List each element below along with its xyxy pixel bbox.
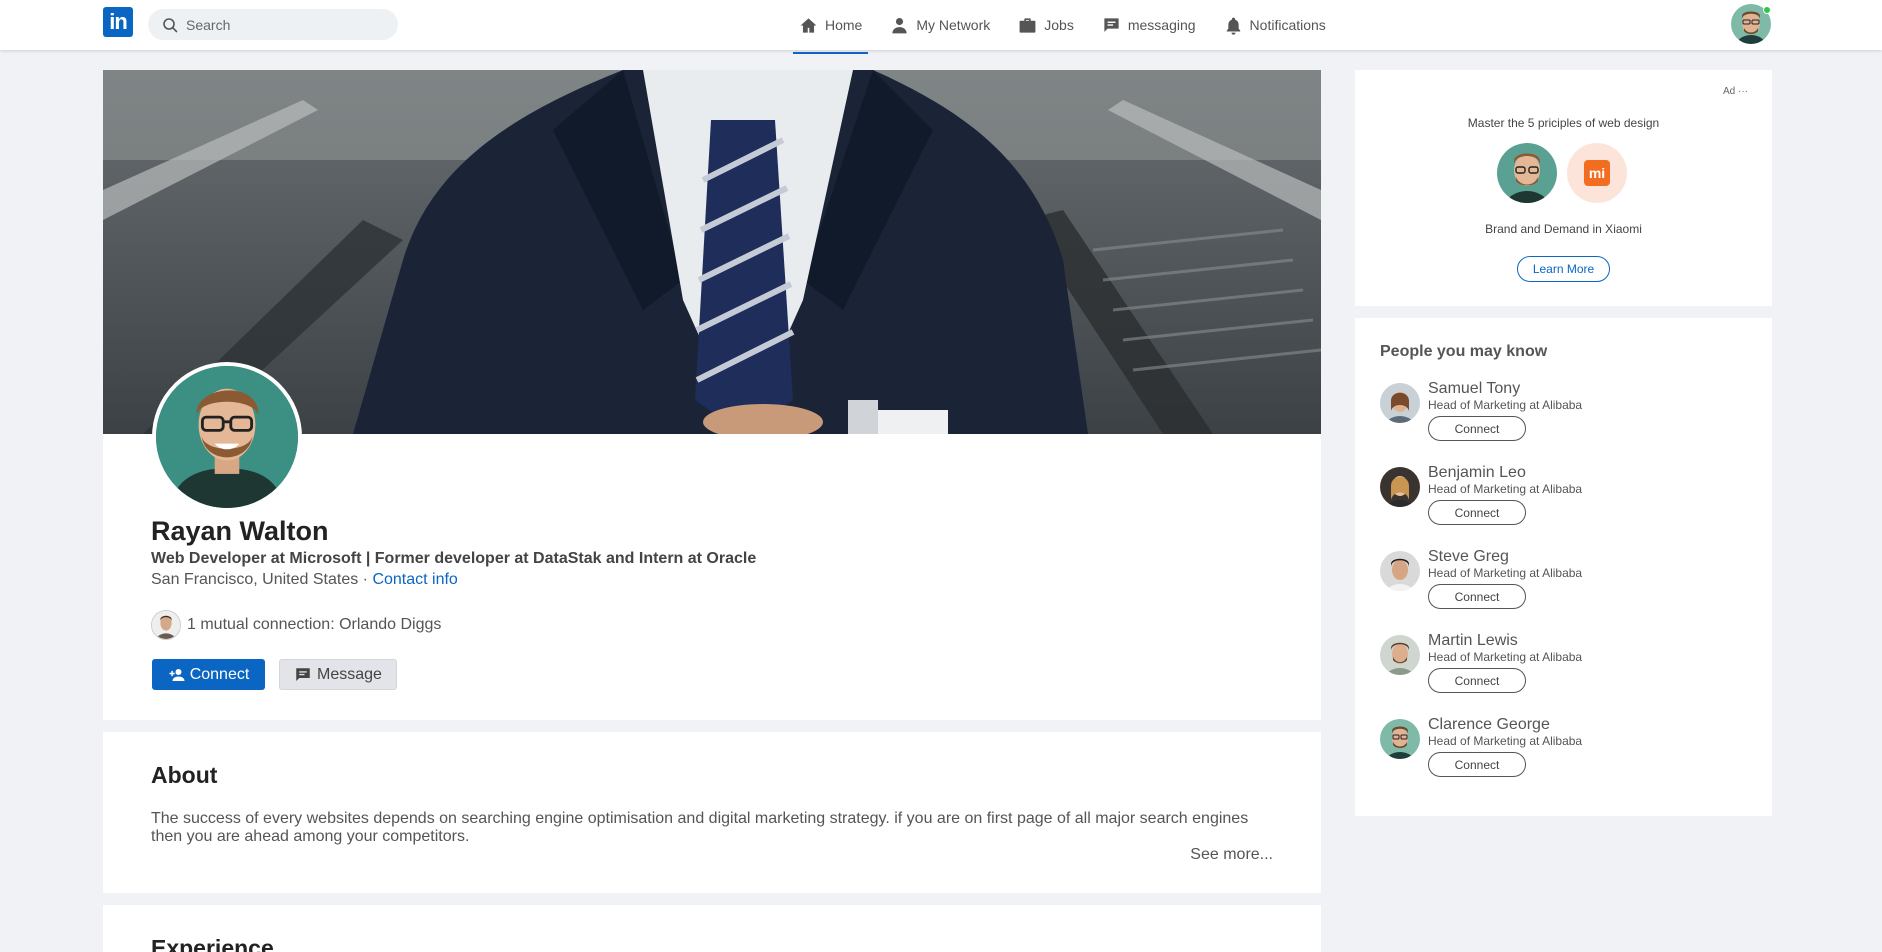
mutual-connection[interactable]: 1 mutual connection: Orlando Diggs: [151, 610, 441, 640]
about-text: The success of every websites depends on…: [151, 810, 1249, 845]
ad-label[interactable]: Ad ···: [1723, 86, 1748, 97]
person-name[interactable]: Samuel Tony: [1428, 380, 1520, 398]
people-title: People you may know: [1380, 343, 1548, 360]
see-more-link[interactable]: See more...: [1190, 846, 1273, 864]
mutual-connection-avatar: [151, 610, 181, 640]
search-input[interactable]: [186, 16, 386, 33]
add-person-icon: [169, 668, 185, 681]
person-role: Head of Marketing at Alibaba: [1428, 398, 1583, 412]
person-item: Samuel Tony Head of Marketing at Alibaba…: [1380, 380, 1750, 460]
ad-avatars: mi: [1497, 143, 1637, 203]
person-role: Head of Marketing at Alibaba: [1428, 734, 1583, 748]
person-avatar[interactable]: [1380, 635, 1420, 675]
mutual-connection-text: 1 mutual connection: Orlando Diggs: [187, 616, 442, 633]
nav-item-my-network[interactable]: My Network: [884, 0, 996, 50]
person-connect-button[interactable]: Connect: [1428, 584, 1526, 609]
person-connect-button[interactable]: Connect: [1428, 668, 1526, 693]
ad-caption: Brand and Demand in Xiaomi: [1485, 222, 1642, 236]
message-button[interactable]: Message: [279, 659, 397, 690]
nav-links: Home My Network Jobs messaging Notificat…: [793, 0, 1348, 54]
profile-photo[interactable]: [152, 362, 302, 512]
experience-card: Experience: [103, 905, 1321, 952]
person-name[interactable]: Steve Greg: [1428, 548, 1509, 566]
person-item: Benjamin Leo Head of Marketing at Alibab…: [1380, 464, 1750, 544]
linkedin-logo[interactable]: in: [103, 7, 133, 37]
xiaomi-logo: mi: [1567, 143, 1627, 203]
person-connect-button[interactable]: Connect: [1428, 500, 1526, 525]
ad-user-avatar: [1497, 143, 1557, 203]
nav-item-label: Home: [825, 17, 863, 33]
person-connect-button[interactable]: Connect: [1428, 752, 1526, 777]
nav-item-label: messaging: [1127, 17, 1196, 33]
person-avatar[interactable]: [1380, 719, 1420, 759]
online-status-dot: [1763, 6, 1771, 14]
connect-button-label: Connect: [189, 665, 250, 683]
cover-photo: [103, 70, 1321, 434]
profile-location-line: San Francisco, United States · Contact i…: [151, 571, 458, 589]
about-card: About The success of every websites depe…: [103, 732, 1321, 893]
profile-card: Rayan Walton Web Developer at Microsoft …: [103, 70, 1321, 720]
person-role: Head of Marketing at Alibaba: [1428, 650, 1583, 664]
profile-headline: Web Developer at Microsoft | Former deve…: [151, 550, 757, 567]
people-you-may-know-card: People you may know Samuel Tony Head of …: [1355, 318, 1772, 816]
person-name[interactable]: Martin Lewis: [1428, 632, 1518, 650]
person-name[interactable]: Clarence George: [1428, 716, 1550, 734]
contact-info-link[interactable]: Contact info: [372, 571, 457, 588]
person-avatar[interactable]: [1380, 467, 1420, 507]
person-avatar[interactable]: [1380, 383, 1420, 423]
person-role: Head of Marketing at Alibaba: [1428, 566, 1583, 580]
connect-button[interactable]: Connect: [152, 659, 265, 690]
home-icon: [800, 17, 817, 33]
search-bar[interactable]: [148, 9, 398, 40]
ad-card: Ad ··· Master the 5 priciples of web des…: [1355, 70, 1772, 306]
about-title: About: [151, 762, 218, 788]
bell-icon: [1226, 17, 1240, 35]
nav-item-label: Jobs: [1044, 17, 1074, 33]
experience-title: Experience: [151, 935, 274, 952]
nav-item-messaging[interactable]: messaging: [1096, 0, 1202, 50]
person-icon: [892, 17, 907, 33]
person-avatar[interactable]: [1380, 551, 1420, 591]
person-connect-button[interactable]: Connect: [1428, 416, 1526, 441]
nav-item-label: Notifications: [1249, 17, 1326, 33]
chat-icon: [1104, 17, 1119, 32]
nav-item-jobs[interactable]: Jobs: [1012, 0, 1080, 50]
nav-item-home[interactable]: Home: [793, 0, 869, 54]
person-item: Steve Greg Head of Marketing at Alibaba …: [1380, 548, 1750, 628]
message-button-label: Message: [317, 665, 382, 683]
nav-item-notifications[interactable]: Notifications: [1218, 0, 1332, 50]
location-separator: ·: [358, 571, 373, 588]
profile-name: Rayan Walton: [151, 516, 329, 546]
chat-icon: [296, 667, 310, 681]
profile-location: San Francisco, United States: [151, 571, 359, 588]
person-role: Head of Marketing at Alibaba: [1428, 482, 1583, 496]
nav-item-label: My Network: [916, 17, 991, 33]
learn-more-button[interactable]: Learn More: [1517, 256, 1610, 282]
person-item: Clarence George Head of Marketing at Ali…: [1380, 716, 1750, 796]
search-icon: [163, 17, 178, 32]
briefcase-icon: [1019, 17, 1036, 33]
person-item: Martin Lewis Head of Marketing at Alibab…: [1380, 632, 1750, 712]
ad-headline: Master the 5 priciples of web design: [1467, 116, 1660, 130]
person-name[interactable]: Benjamin Leo: [1428, 464, 1526, 482]
top-navbar: in Home My Network Jobs messaging Notifi…: [0, 0, 1882, 54]
